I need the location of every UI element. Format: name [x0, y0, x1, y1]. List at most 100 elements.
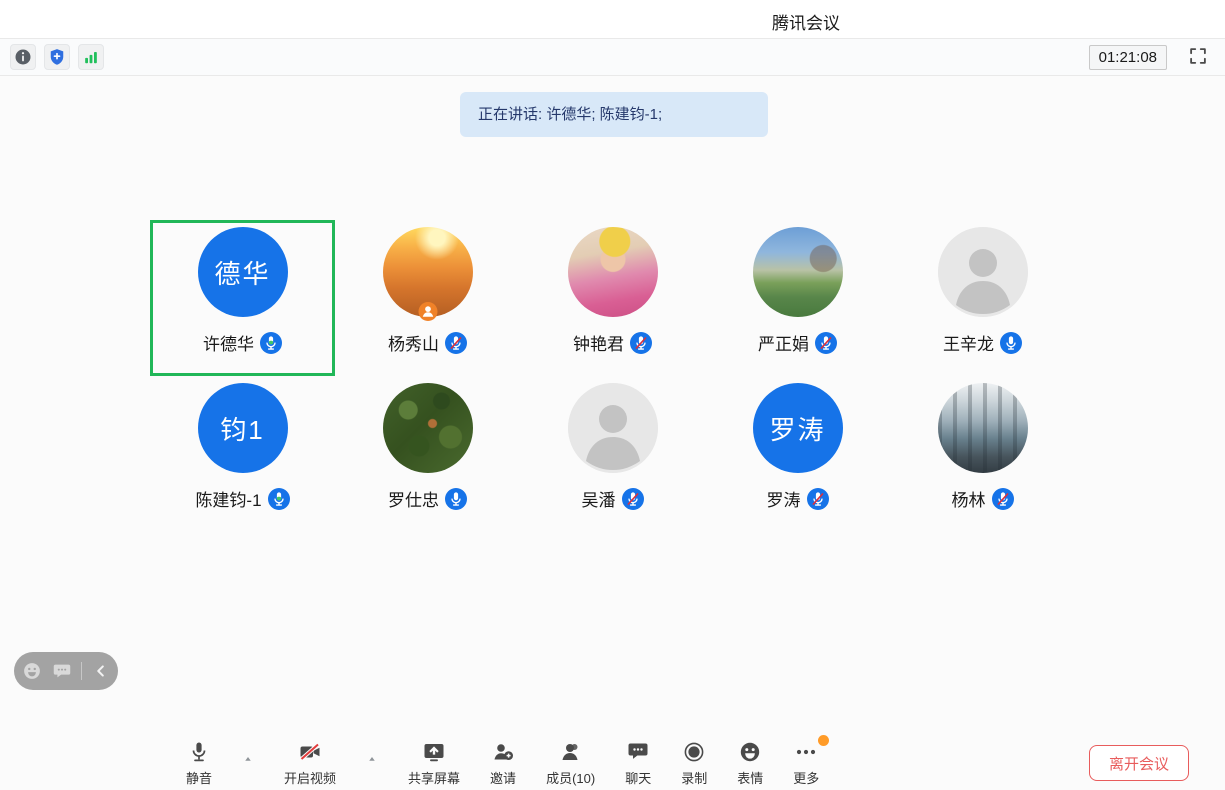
- chat-bubble-icon: [626, 740, 650, 764]
- toolbar-label: 开启视频: [284, 768, 336, 787]
- notification-dot: [818, 735, 829, 746]
- participant-name-row: 吴潘: [582, 486, 644, 511]
- person-badge-icon: [418, 302, 437, 321]
- participant-name: 罗仕忠: [388, 486, 439, 511]
- toolbar-label: 更多: [793, 768, 819, 787]
- microphone-icon: [187, 740, 211, 764]
- window-title: 腾讯会议: [772, 9, 840, 34]
- participant-name-row: 罗涛: [767, 486, 829, 511]
- participant-tile-杨林[interactable]: 杨林: [890, 376, 1075, 532]
- controls-bar: 01:21:08: [0, 39, 1225, 76]
- participant-tile-许德华[interactable]: 德华 许德华: [150, 220, 335, 376]
- toolbar-button-chat[interactable]: 聊天: [625, 740, 651, 787]
- participant-name: 许德华: [203, 330, 254, 355]
- participant-avatar: [938, 383, 1028, 473]
- participant-grid: 德华 许德华 杨秀山 钟艳君 严正娟 王辛龙 钧1: [150, 220, 1075, 532]
- participant-name: 罗涛: [767, 486, 801, 511]
- participant-avatar: 德华: [198, 227, 288, 317]
- toolbar-button-video[interactable]: 开启视频: [284, 740, 336, 787]
- participant-name-row: 许德华: [203, 330, 282, 355]
- participant-tile-吴潘[interactable]: 吴潘: [520, 376, 705, 532]
- toolbar-label: 共享屏幕: [408, 768, 460, 787]
- mic-on-icon: [260, 332, 282, 354]
- toolbar-button-emoji[interactable]: 表情: [737, 740, 763, 787]
- participant-name-row: 罗仕忠: [388, 486, 467, 511]
- bottom-toolbar: 静音 开启视频 共享屏幕 邀请 成员(10) 聊天 录制 表情 更多: [186, 740, 819, 787]
- speaking-banner: 正在讲话: 许德华; 陈建钧-1;: [460, 92, 768, 137]
- mic-on-icon: [445, 488, 467, 510]
- toolbar-label: 成员(10): [546, 768, 595, 787]
- mic-muted-icon: [630, 332, 652, 354]
- participant-tile-罗涛[interactable]: 罗涛 罗涛: [705, 376, 890, 532]
- smiley-icon: [21, 670, 43, 685]
- participant-name: 严正娟: [758, 330, 809, 355]
- toolbar-button-share[interactable]: 共享屏幕: [408, 740, 460, 787]
- chevron-left-icon: [90, 670, 112, 685]
- mic-muted-icon: [622, 488, 644, 510]
- participant-name-row: 杨林: [952, 486, 1014, 511]
- toolbar-label: 静音: [186, 768, 212, 787]
- participant-name: 陈建钧-1: [195, 486, 261, 511]
- fullscreen-icon: [1187, 45, 1209, 70]
- video-options-arrow-icon[interactable]: [366, 752, 378, 764]
- toolbar-button-more[interactable]: 更多: [793, 740, 819, 787]
- participant-name-row: 陈建钧-1: [195, 486, 289, 511]
- participant-name: 王辛龙: [943, 330, 994, 355]
- participant-tile-陈建钧-1[interactable]: 钧1 陈建钧-1: [150, 376, 335, 532]
- participant-avatar: [753, 227, 843, 317]
- mic-muted-icon: [992, 488, 1014, 510]
- smiley-icon: [738, 740, 762, 764]
- toolbar-button-record[interactable]: 录制: [681, 740, 707, 787]
- mute-options-arrow-icon[interactable]: [242, 752, 254, 764]
- title-bar: 腾讯会议: [0, 0, 1225, 39]
- leave-meeting-button[interactable]: 离开会议: [1089, 745, 1189, 781]
- toolbar-button-mute[interactable]: 静音: [186, 740, 212, 787]
- participant-name: 杨秀山: [388, 330, 439, 355]
- network-status-button[interactable]: [78, 44, 104, 70]
- participant-tile-严正娟[interactable]: 严正娟: [705, 220, 890, 376]
- participant-name: 杨林: [952, 486, 986, 511]
- mic-muted-icon: [807, 488, 829, 510]
- info-icon: [13, 47, 33, 67]
- participant-tile-钟艳君[interactable]: 钟艳君: [520, 220, 705, 376]
- fullscreen-button[interactable]: [1185, 44, 1211, 70]
- reaction-bar-collapse-button[interactable]: [90, 660, 112, 682]
- signal-bars-icon: [81, 47, 101, 67]
- meeting-info-button[interactable]: [10, 44, 36, 70]
- security-button[interactable]: [44, 44, 70, 70]
- participant-avatar: [568, 227, 658, 317]
- participant-avatar: 钧1: [198, 383, 288, 473]
- toolbar-button-invite[interactable]: 邀请: [490, 740, 516, 787]
- participant-name: 吴潘: [582, 486, 616, 511]
- participant-avatar: [938, 227, 1028, 317]
- mic-muted-icon: [815, 332, 837, 354]
- participant-tile-杨秀山[interactable]: 杨秀山: [335, 220, 520, 376]
- mic-on-icon: [268, 488, 290, 510]
- participant-name-row: 钟艳君: [573, 330, 652, 355]
- participant-avatar: 罗涛: [753, 383, 843, 473]
- ellipsis-icon: [794, 740, 818, 764]
- mic-on-icon: [1000, 332, 1022, 354]
- quick-chat-button[interactable]: [51, 660, 73, 682]
- chat-bubble-icon: [51, 670, 73, 685]
- reaction-bar-divider: [81, 662, 82, 680]
- reaction-bar: [14, 652, 118, 690]
- participant-name-row: 王辛龙: [943, 330, 1022, 355]
- participant-tile-罗仕忠[interactable]: 罗仕忠: [335, 376, 520, 532]
- share-screen-icon: [422, 740, 446, 764]
- toolbar-label: 邀请: [490, 768, 516, 787]
- mic-muted-icon: [445, 332, 467, 354]
- person-add-icon: [491, 740, 515, 764]
- camera-off-icon: [298, 740, 322, 764]
- toolbar-label: 聊天: [625, 768, 651, 787]
- record-icon: [682, 740, 706, 764]
- participant-avatar: [383, 383, 473, 473]
- participant-tile-王辛龙[interactable]: 王辛龙: [890, 220, 1075, 376]
- emoji-reaction-button[interactable]: [21, 660, 43, 682]
- members-icon: [559, 740, 583, 764]
- participant-name-row: 杨秀山: [388, 330, 467, 355]
- participant-name: 钟艳君: [573, 330, 624, 355]
- toolbar-label: 表情: [737, 768, 763, 787]
- toolbar-button-members[interactable]: 成员(10): [546, 740, 595, 787]
- participant-avatar: [383, 227, 473, 317]
